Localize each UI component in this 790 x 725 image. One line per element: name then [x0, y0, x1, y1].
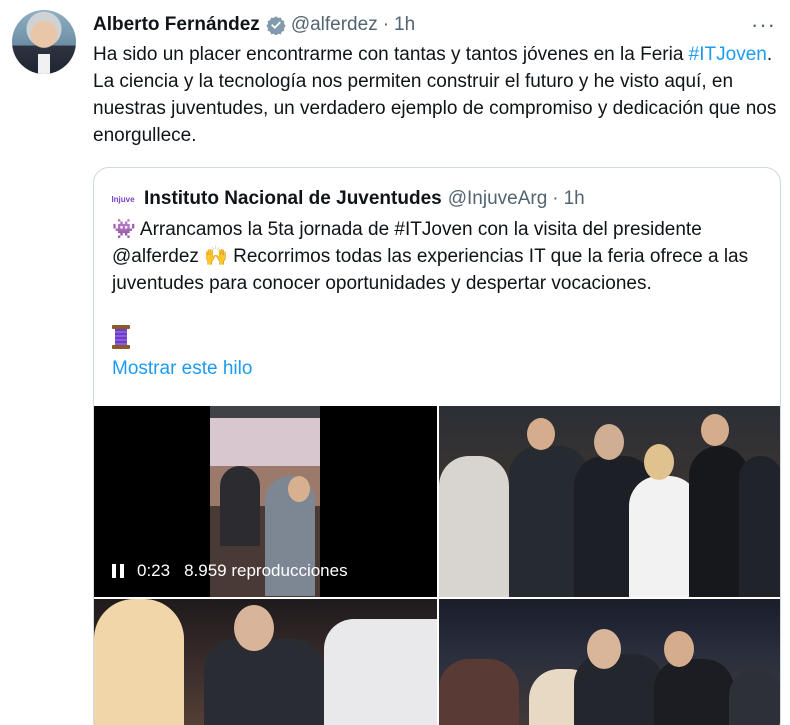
hashtag-link[interactable]: #ITJoven	[689, 44, 767, 65]
raising-hands-icon: 🙌	[204, 245, 228, 267]
photo-figure	[439, 659, 519, 725]
verified-badge-icon	[266, 16, 286, 35]
video-elapsed: 0:23	[137, 561, 171, 580]
quote-separator-dot: ·	[552, 188, 559, 209]
avatar-shirt	[38, 54, 50, 74]
photo-head	[644, 444, 674, 480]
photo-head	[594, 424, 624, 460]
quote-author-name[interactable]: Instituto Nacional de Juventudes	[144, 188, 442, 210]
video-controls: 0:23 8.959 reproducciones	[112, 561, 348, 581]
photo-head	[701, 414, 729, 446]
photo-head	[587, 629, 621, 669]
separator-dot: ·	[382, 14, 390, 35]
author-handle[interactable]: @alferdez	[291, 14, 378, 36]
quoted-tweet[interactable]: Injuve Instituto Nacional de Juventudes …	[93, 167, 781, 725]
quote-time[interactable]: 1h	[564, 188, 585, 210]
tweet-text-part1: Ha sido un placer encontrarme con tantas…	[93, 44, 689, 65]
pause-icon[interactable]	[112, 564, 124, 578]
quote-avatar[interactable]: Injuve	[111, 188, 135, 210]
quote-text: 👾 Arrancamos la 5ta jornada de #ITJoven …	[112, 216, 772, 297]
quote-header: Injuve Instituto Nacional de Juventudes …	[111, 186, 585, 212]
tweet-text: Ha sido un placer encontrarme con tantas…	[93, 41, 783, 149]
photo-figure	[654, 659, 734, 725]
photo-3[interactable]	[94, 599, 437, 725]
photo-figure	[739, 456, 780, 597]
author-avatar[interactable]	[12, 10, 76, 74]
tweet-time[interactable]: 1h	[394, 14, 415, 36]
alien-monster-icon: 👾	[112, 218, 136, 240]
photo-figure	[729, 669, 780, 725]
photo-figure	[324, 619, 437, 725]
photo-2[interactable]	[439, 406, 780, 597]
thread-spool-icon	[112, 325, 130, 349]
photo-figure	[94, 599, 184, 725]
video-views: 8.959 reproducciones	[184, 561, 348, 580]
photo-figure	[204, 639, 324, 725]
quote-handle[interactable]: @InjuveArg	[448, 188, 548, 210]
show-thread-link[interactable]: Mostrar este hilo	[112, 358, 252, 380]
video-player[interactable]: 0:23 8.959 reproducciones	[94, 406, 437, 597]
photo-figure	[574, 654, 664, 725]
author-name[interactable]: Alberto Fernández	[93, 14, 260, 36]
media-grid: 0:23 8.959 reproducciones	[94, 406, 780, 725]
photo-head	[234, 605, 274, 651]
photo-head	[527, 418, 555, 450]
photo-4[interactable]	[439, 599, 780, 725]
photo-figure	[439, 456, 509, 597]
tweet-header: Alberto Fernández @alferdez · 1h	[93, 12, 415, 38]
more-options-icon[interactable]: ···	[751, 12, 776, 38]
photo-head	[664, 631, 694, 667]
